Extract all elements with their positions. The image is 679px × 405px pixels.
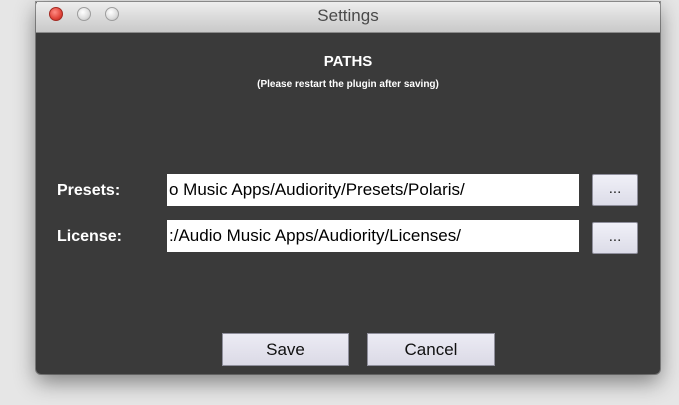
window-title: Settings [317, 6, 379, 25]
license-path-input[interactable] [167, 220, 579, 252]
license-label: License: [57, 228, 122, 245]
save-button[interactable]: Save [222, 333, 349, 366]
license-browse-button[interactable]: ... [592, 222, 638, 254]
title-bar[interactable]: Settings [36, 2, 660, 33]
settings-window: Settings PATHS (Please restart the plugi… [36, 2, 660, 374]
presets-label: Presets: [57, 182, 121, 199]
restart-note: (Please restart the plugin after saving) [257, 79, 439, 90]
cancel-button[interactable]: Cancel [367, 333, 495, 366]
presets-path-input[interactable] [167, 174, 579, 206]
presets-browse-button[interactable]: ... [592, 174, 638, 206]
paths-heading: PATHS [323, 53, 373, 70]
